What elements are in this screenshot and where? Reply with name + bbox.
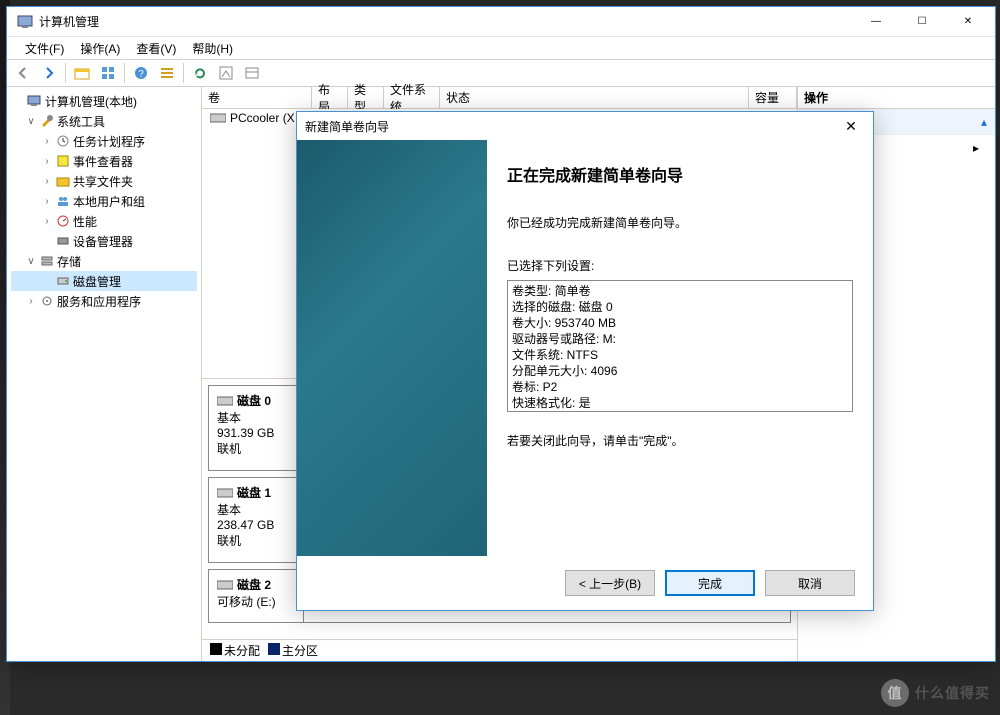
nav-forward-button[interactable] — [37, 61, 61, 85]
window-title: 计算机管理 — [39, 13, 853, 30]
chevron-up-icon: ▴ — [981, 115, 987, 129]
tree-disk-management[interactable]: 磁盘管理 — [11, 271, 197, 291]
removable-disk-icon — [217, 579, 233, 591]
toolbar-up-button[interactable] — [70, 61, 94, 85]
legend-unallocated-swatch — [210, 643, 222, 655]
back-button[interactable]: < 上一步(B) — [565, 570, 655, 596]
tree-event-viewer[interactable]: ›事件查看器 — [11, 151, 197, 171]
toolbar-properties-button[interactable] — [96, 61, 120, 85]
toolbar-help-button[interactable]: ? — [129, 61, 153, 85]
col-volume[interactable]: 卷 — [202, 87, 312, 108]
wizard-title: 新建简单卷向导 — [305, 118, 837, 135]
watermark-icon: 值 — [881, 679, 909, 707]
collapse-icon[interactable]: ∨ — [25, 256, 37, 267]
toolbar-list-button[interactable] — [155, 61, 179, 85]
col-type[interactable]: 类型 — [348, 87, 384, 108]
expand-icon[interactable]: › — [25, 296, 37, 307]
expand-icon[interactable]: › — [41, 216, 53, 227]
legend-primary-swatch — [268, 643, 280, 655]
cancel-button[interactable]: 取消 — [765, 570, 855, 596]
expand-icon[interactable]: › — [41, 176, 53, 187]
drive-icon — [210, 112, 226, 124]
wizard-settings-label: 已选择下列设置: — [507, 257, 853, 274]
volume-columns: 卷 布局 类型 文件系统 状态 容量 — [202, 87, 797, 109]
wizard-settings-list[interactable]: 卷类型: 简单卷 选择的磁盘: 磁盘 0 卷大小: 953740 MB 驱动器号… — [507, 280, 853, 412]
tree-performance[interactable]: ›性能 — [11, 211, 197, 231]
toolbar-refresh-button[interactable] — [188, 61, 212, 85]
menubar: 文件(F) 操作(A) 查看(V) 帮助(H) — [7, 37, 995, 59]
app-icon — [17, 14, 33, 30]
col-layout[interactable]: 布局 — [312, 87, 348, 108]
tree-device-manager[interactable]: 设备管理器 — [11, 231, 197, 251]
expand-icon[interactable]: › — [41, 156, 53, 167]
menu-view[interactable]: 查看(V) — [128, 38, 184, 59]
perf-icon — [55, 213, 71, 229]
nav-back-button[interactable] — [11, 61, 35, 85]
toolbar-extra-button[interactable] — [240, 61, 264, 85]
wizard-success-message: 你已经成功完成新建简单卷向导。 — [507, 214, 853, 231]
wizard-close-hint: 若要关闭此向导，请单击"完成"。 — [507, 432, 853, 449]
svg-text:?: ? — [138, 69, 144, 80]
wizard-heading: 正在完成新建简单卷向导 — [507, 162, 853, 186]
toolbar: ? — [7, 59, 995, 87]
computer-icon — [27, 93, 43, 109]
col-capacity[interactable]: 容量 — [749, 87, 797, 108]
new-simple-volume-wizard: 新建简单卷向导 ✕ 正在完成新建简单卷向导 你已经成功完成新建简单卷向导。 已选… — [296, 111, 874, 611]
tree-system-tools[interactable]: ∨ 系统工具 — [11, 111, 197, 131]
tools-icon — [39, 113, 55, 129]
expand-icon[interactable]: › — [41, 196, 53, 207]
tree-shared-folders[interactable]: ›共享文件夹 — [11, 171, 197, 191]
close-button[interactable]: ✕ — [945, 7, 991, 37]
menu-help[interactable]: 帮助(H) — [184, 38, 241, 59]
watermark: 值 什么值得买 — [881, 679, 990, 707]
disk-icon — [217, 395, 233, 407]
menu-action[interactable]: 操作(A) — [72, 38, 128, 59]
col-filesystem[interactable]: 文件系统 — [384, 87, 440, 108]
users-icon — [55, 193, 71, 209]
event-icon — [55, 153, 71, 169]
disk-0-info: 磁盘 0 基本 931.39 GB 联机 — [209, 386, 304, 470]
titlebar[interactable]: 计算机管理 — ☐ ✕ — [7, 7, 995, 37]
wizard-sidebar-image — [297, 140, 487, 556]
maximize-button[interactable]: ☐ — [899, 7, 945, 37]
col-status[interactable]: 状态 — [440, 87, 749, 108]
tree-storage[interactable]: ∨存储 — [11, 251, 197, 271]
storage-icon — [39, 253, 55, 269]
disk-icon — [55, 273, 71, 289]
chevron-right-icon: ▸ — [973, 141, 979, 155]
clock-icon — [55, 133, 71, 149]
disk-1-info: 磁盘 1 基本 238.47 GB 联机 — [209, 478, 304, 562]
device-icon — [55, 233, 71, 249]
legend: 未分配 主分区 — [202, 639, 797, 661]
wizard-button-bar: < 上一步(B) 完成 取消 — [297, 556, 873, 610]
collapse-icon[interactable]: ∨ — [25, 116, 37, 127]
tree-task-scheduler[interactable]: ›任务计划程序 — [11, 131, 197, 151]
tree-services-apps[interactable]: ›服务和应用程序 — [11, 291, 197, 311]
finish-button[interactable]: 完成 — [665, 570, 755, 596]
tree-root[interactable]: 计算机管理(本地) — [11, 91, 197, 111]
wizard-content: 正在完成新建简单卷向导 你已经成功完成新建简单卷向导。 已选择下列设置: 卷类型… — [487, 140, 873, 556]
navigation-tree[interactable]: 计算机管理(本地) ∨ 系统工具 ›任务计划程序 ›事件查看器 ›共享文件夹 ›… — [7, 87, 202, 661]
wizard-close-button[interactable]: ✕ — [837, 118, 865, 135]
toolbar-settings-button[interactable] — [214, 61, 238, 85]
minimize-button[interactable]: — — [853, 7, 899, 37]
disk-icon — [217, 487, 233, 499]
action-header: 操作 — [798, 87, 995, 109]
menu-file[interactable]: 文件(F) — [17, 38, 72, 59]
disk-2-info: 磁盘 2 可移动 (E:) — [209, 570, 304, 622]
services-icon — [39, 293, 55, 309]
tree-local-users[interactable]: ›本地用户和组 — [11, 191, 197, 211]
wizard-titlebar[interactable]: 新建简单卷向导 ✕ — [297, 112, 873, 140]
expand-icon[interactable]: › — [41, 136, 53, 147]
folder-share-icon — [55, 173, 71, 189]
